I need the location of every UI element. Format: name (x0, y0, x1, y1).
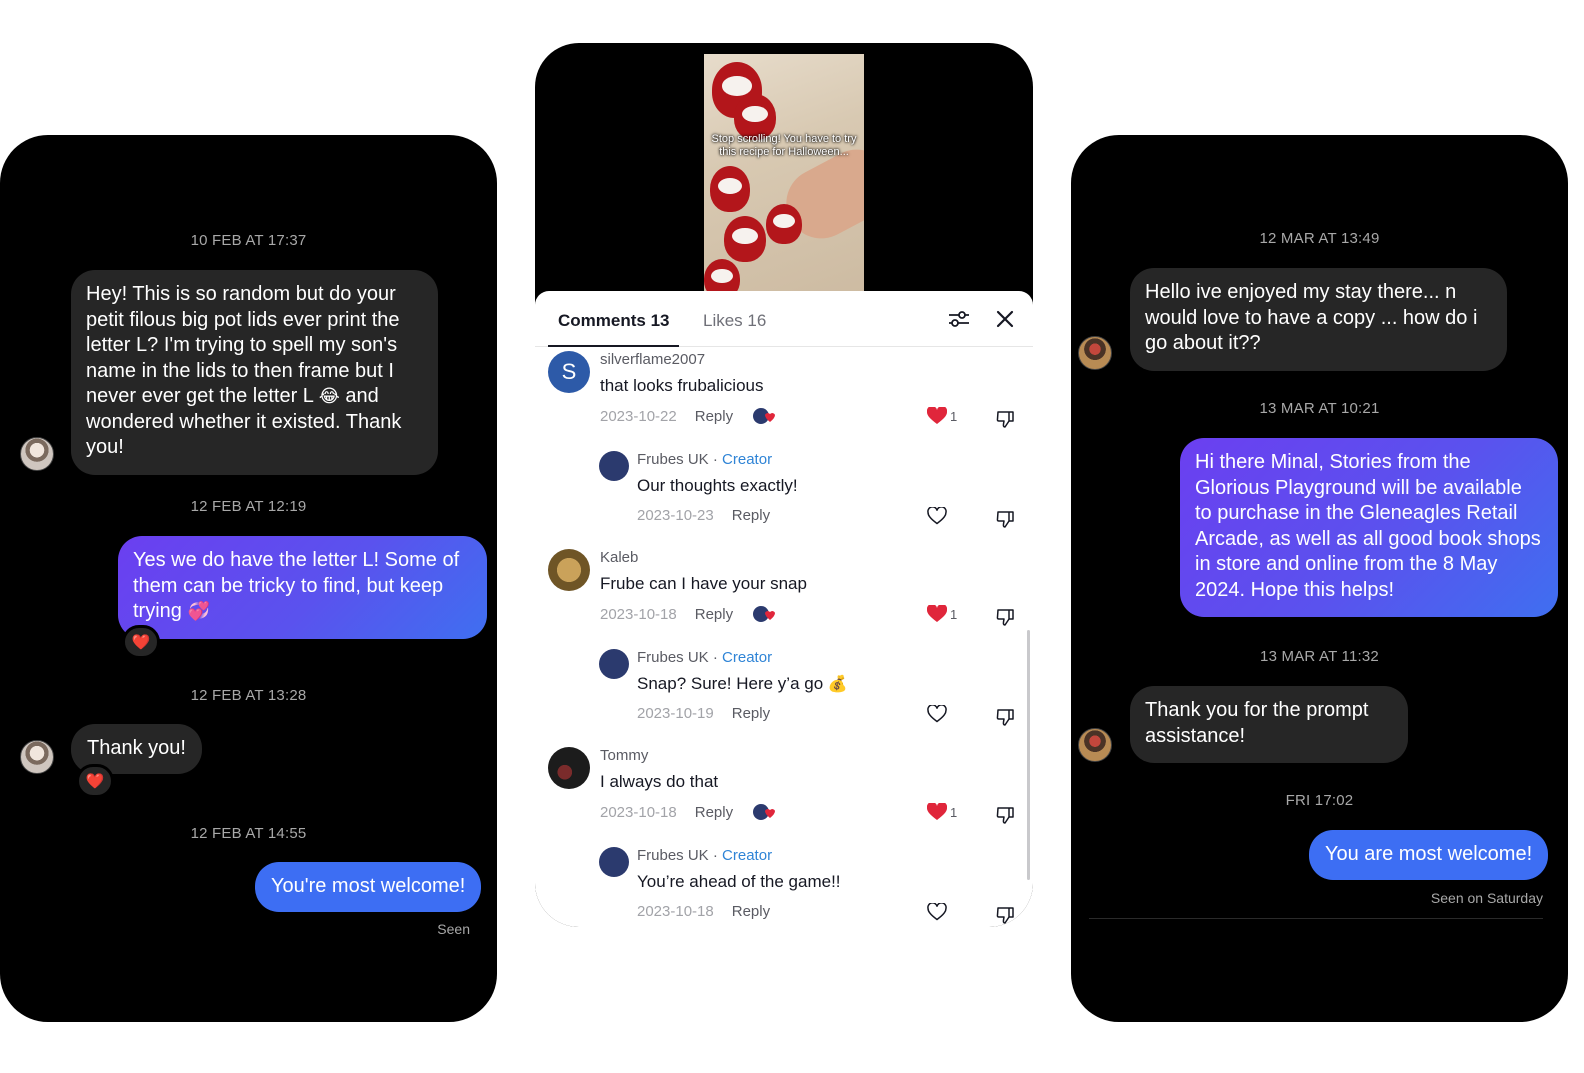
creator-liked-icon (753, 407, 776, 425)
heart-filled-icon (927, 605, 947, 622)
comment-text: I always do that (600, 772, 719, 791)
creator-badge: Creator (722, 649, 773, 666)
comment-list: S silverflame2007 that looks frubaliciou… (535, 348, 1033, 927)
heart-reaction[interactable]: ❤️ (76, 764, 114, 798)
video-caption: Stop scrolling! You have to try this rec… (711, 133, 857, 158)
comment-text: that looks frubalicious (600, 376, 764, 395)
instagram-chat-right: 12 MAR AT 13:49 Hello ive enjoyed my sta… (1071, 135, 1568, 1022)
avatar[interactable]: S (548, 351, 590, 393)
comment-date: 2023-10-18 (600, 804, 677, 821)
reply-button[interactable]: Reply (732, 507, 770, 524)
comment-text: You’re ahead of the game!! (637, 872, 841, 891)
filter-icon[interactable] (947, 307, 971, 331)
comment-date: 2023-10-22 (600, 408, 677, 425)
heart-filled-icon (927, 407, 947, 424)
comment-text: Snap? Sure! Here y’a go 💰 (637, 674, 848, 693)
heart-reaction[interactable]: ❤️ (122, 625, 160, 659)
timestamp: 12 MAR AT 13:49 (1259, 230, 1380, 247)
comment-username[interactable]: Kaleb (600, 549, 638, 566)
seen-status: Seen (437, 921, 470, 937)
instagram-chat-left: 10 FEB AT 17:37 Hey! This is so random b… (0, 135, 497, 1022)
comment-meta: 2023-10-18 Reply (600, 605, 776, 623)
incoming-message[interactable]: Thank you for the prompt assistance! (1130, 686, 1408, 763)
divider (1089, 918, 1543, 919)
comment-text: Frube can I have your snap (600, 574, 807, 593)
close-icon[interactable] (993, 307, 1017, 331)
timestamp: 12 FEB AT 12:19 (190, 498, 307, 515)
timestamp: 13 MAR AT 11:32 (1260, 648, 1379, 665)
dislike-icon[interactable] (995, 409, 1015, 429)
timestamp: 12 FEB AT 13:28 (190, 687, 307, 704)
outgoing-message[interactable]: Yes we do have the letter L! Some of the… (118, 536, 487, 639)
outgoing-message[interactable]: Hi there Minal, Stories from the Gloriou… (1180, 438, 1558, 617)
comment-meta: 2023-10-19 Reply (637, 705, 770, 722)
dislike-icon[interactable] (995, 509, 1015, 529)
comment-username[interactable]: Frubes UK · Creator (637, 847, 772, 864)
comments-sheet: Comments 13 Likes 16 S silverflame2007 t… (535, 291, 1033, 927)
timestamp: 12 FEB AT 14:55 (190, 825, 307, 842)
comment-date: 2023-10-23 (637, 507, 714, 524)
seen-status: Seen on Saturday (1430, 890, 1543, 906)
like-count: 1 (950, 408, 958, 424)
comment-text: Our thoughts exactly! (637, 476, 798, 495)
avatar[interactable] (599, 649, 629, 679)
dislike-icon[interactable] (995, 707, 1015, 727)
incoming-message[interactable]: Hello ive enjoyed my stay there... n wou… (1130, 268, 1507, 371)
comment-date: 2023-10-18 (600, 606, 677, 623)
creator-badge: Creator (722, 451, 773, 468)
reply-button[interactable]: Reply (695, 804, 733, 821)
creator-badge: Creator (722, 847, 773, 864)
avatar[interactable] (599, 451, 629, 481)
avatar[interactable] (1078, 336, 1112, 370)
creator-liked-icon (753, 605, 776, 623)
heart-outline-icon[interactable] (927, 903, 947, 921)
incoming-message[interactable]: Hey! This is so random but do your petit… (71, 270, 438, 475)
dislike-icon[interactable] (995, 905, 1015, 925)
heart-outline-icon[interactable] (927, 705, 947, 723)
dislike-icon[interactable] (995, 607, 1015, 627)
like-button[interactable]: 1 (927, 605, 957, 623)
tab-comments[interactable]: Comments 13 (547, 311, 681, 347)
comment-username[interactable]: Tommy (600, 747, 648, 764)
comment-date: 2023-10-18 (637, 903, 714, 920)
avatar[interactable] (20, 437, 54, 471)
tab-likes[interactable]: Likes 16 (703, 311, 766, 331)
timestamp: FRI 17:02 (1285, 792, 1354, 809)
like-button[interactable]: 1 (927, 407, 957, 425)
comment-meta: 2023-10-22 Reply (600, 407, 776, 425)
heart-filled-icon (927, 803, 947, 820)
heart-outline-icon[interactable] (927, 507, 947, 525)
comment-meta: 2023-10-18 Reply (600, 803, 776, 821)
comment-username[interactable]: silverflame2007 (600, 351, 705, 368)
video-thumbnail[interactable]: Stop scrolling! You have to try this rec… (704, 54, 864, 294)
avatar[interactable] (20, 740, 54, 774)
like-button[interactable]: 1 (927, 803, 957, 821)
avatar[interactable] (548, 549, 590, 591)
reply-button[interactable]: Reply (732, 705, 770, 722)
tiktok-comments-screen: Stop scrolling! You have to try this rec… (535, 43, 1033, 927)
outgoing-message[interactable]: You're most welcome! (255, 862, 482, 912)
reply-button[interactable]: Reply (732, 903, 770, 920)
creator-liked-icon (753, 803, 776, 821)
timestamp: 10 FEB AT 17:37 (190, 232, 307, 249)
like-count: 1 (950, 606, 958, 622)
avatar[interactable] (548, 747, 590, 789)
avatar[interactable] (599, 847, 629, 877)
timestamp: 13 MAR AT 10:21 (1259, 400, 1380, 417)
scrollbar[interactable] (1027, 630, 1030, 880)
comment-username[interactable]: Frubes UK · Creator (637, 451, 772, 468)
comment-meta: 2023-10-23 Reply (637, 507, 770, 524)
tab-bar: Comments 13 Likes 16 (535, 291, 1033, 347)
reply-button[interactable]: Reply (695, 408, 733, 425)
dislike-icon[interactable] (995, 805, 1015, 825)
avatar[interactable] (1078, 728, 1112, 762)
comment-meta: 2023-10-18 Reply (637, 903, 770, 920)
comment-username[interactable]: Frubes UK · Creator (637, 649, 772, 666)
comment-date: 2023-10-19 (637, 705, 714, 722)
reply-button[interactable]: Reply (695, 606, 733, 623)
like-count: 1 (950, 804, 958, 820)
outgoing-message[interactable]: You are most welcome! (1309, 830, 1549, 880)
